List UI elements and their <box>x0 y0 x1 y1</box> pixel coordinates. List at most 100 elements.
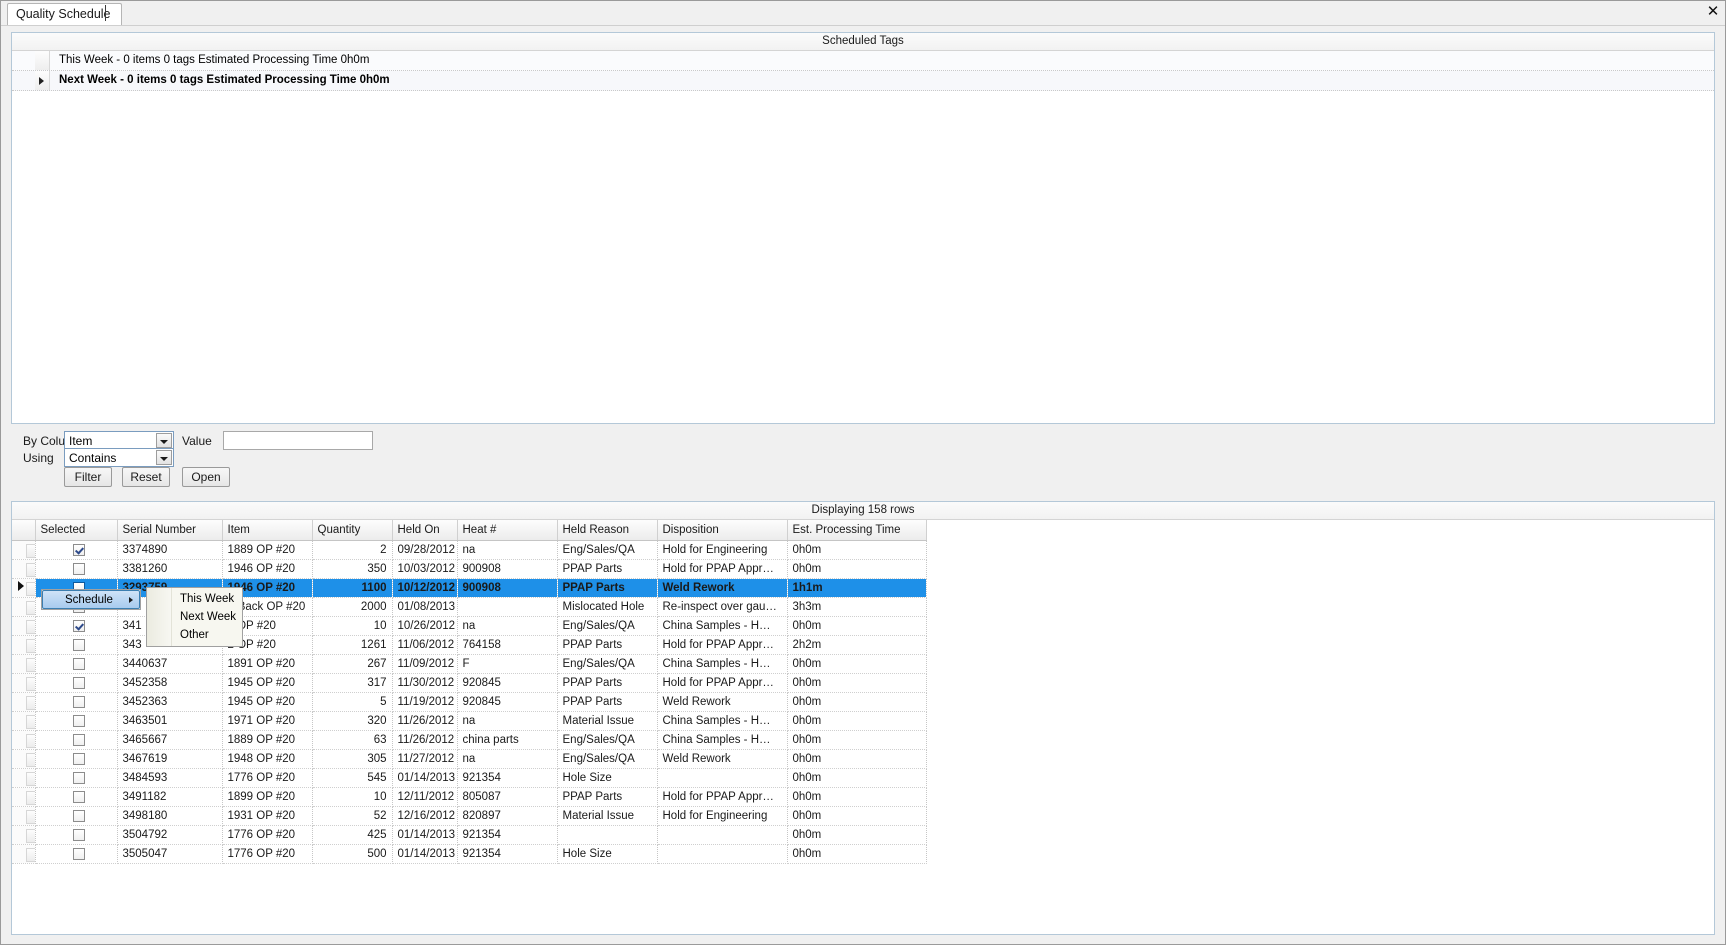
submenu-item-next-week[interactable]: Next Week <box>147 608 242 626</box>
selected-checkbox[interactable] <box>72 733 85 746</box>
cell-heat: 920845 <box>457 692 558 712</box>
table-row[interactable]: 3452363 1945 OP #20 5 11/19/2012 920845 PPAP … <box>12 692 927 712</box>
row-header-cell[interactable] <box>12 730 36 750</box>
row-header-cell[interactable] <box>12 768 36 788</box>
close-icon[interactable]: ✕ <box>1704 3 1722 21</box>
column-header-serial-number[interactable]: Serial Number <box>117 520 223 541</box>
cell-selected[interactable] <box>35 730 118 750</box>
selected-checkbox[interactable] <box>72 657 85 670</box>
column-header-est-processing-time[interactable]: Est. Processing Time <box>787 520 927 541</box>
expander-cell[interactable] <box>35 51 50 70</box>
row-header-cell[interactable] <box>12 825 36 845</box>
selected-checkbox[interactable] <box>72 809 85 822</box>
selected-checkbox[interactable] <box>72 638 85 651</box>
row-header-cell[interactable] <box>12 787 36 807</box>
open-button[interactable]: Open <box>182 467 230 487</box>
table-row[interactable]: 3465667 1889 OP #20 63 11/26/2012 china part… <box>12 730 927 750</box>
submenu-item-this-week[interactable]: This Week <box>147 590 242 608</box>
selected-checkbox[interactable] <box>72 752 85 765</box>
row-header-cell[interactable] <box>12 578 36 598</box>
row-header-cell[interactable] <box>12 559 36 579</box>
submenu-item-label: This Week <box>180 593 235 605</box>
cell-selected[interactable] <box>35 635 118 655</box>
cell-item: 1971 OP #20 <box>222 711 313 731</box>
cell-selected[interactable] <box>35 540 118 560</box>
column-header-heat[interactable]: Heat # <box>457 520 558 541</box>
chevron-down-icon[interactable] <box>156 433 172 448</box>
row-header-cell[interactable] <box>12 540 36 560</box>
selected-checkbox[interactable] <box>72 676 85 689</box>
cell-quantity: 52 <box>312 806 393 826</box>
selected-checkbox[interactable] <box>72 790 85 803</box>
table-row[interactable]: 3498180 1931 OP #20 52 12/16/2012 820897 Mate… <box>12 806 927 826</box>
context-menu-item-schedule[interactable]: Schedule <box>42 590 140 609</box>
column-header-held-reason[interactable]: Held Reason <box>557 520 658 541</box>
cell-heat: 900908 <box>457 578 558 598</box>
selected-checkbox[interactable] <box>72 619 85 632</box>
scheduled-group-row[interactable]: Next Week - 0 items 0 tags Estimated Pro… <box>12 71 1714 91</box>
selected-checkbox[interactable] <box>72 771 85 784</box>
row-header-cell[interactable] <box>12 806 36 826</box>
cell-selected[interactable] <box>35 654 118 674</box>
table-row[interactable]: 3491182 1899 OP #20 10 12/11/2012 805087 PPAP… <box>12 787 927 807</box>
column-header-selected[interactable]: Selected <box>35 520 118 541</box>
cell-selected[interactable] <box>35 768 118 788</box>
chevron-down-icon[interactable] <box>156 450 172 465</box>
column-header-quantity[interactable]: Quantity <box>312 520 393 541</box>
cell-selected[interactable] <box>35 844 118 864</box>
selected-checkbox[interactable] <box>72 562 85 575</box>
scheduled-group-row[interactable]: This Week - 0 items 0 tags Estimated Pro… <box>12 51 1714 71</box>
selected-checkbox[interactable] <box>72 847 85 860</box>
row-header-cell[interactable] <box>12 844 36 864</box>
table-row[interactable]: 3440637 1891 OP #20 267 11/09/2012 F Eng/Sale… <box>12 654 927 674</box>
cell-selected[interactable] <box>35 711 118 731</box>
selected-checkbox[interactable] <box>72 828 85 841</box>
cell-quantity: 63 <box>312 730 393 750</box>
column-header-held-on[interactable]: Held On <box>392 520 458 541</box>
cell-selected[interactable] <box>35 673 118 693</box>
table-row[interactable]: 3374890 1889 OP #20 2 09/28/2012 na Eng/Sales… <box>12 540 927 560</box>
cell-selected[interactable] <box>35 825 118 845</box>
cell-quantity: 545 <box>312 768 393 788</box>
table-row[interactable]: 3505047 1776 OP #20 500 01/14/2013 921354 Hol… <box>12 844 927 864</box>
cell-held-reason <box>557 825 658 845</box>
cell-heat: 921354 <box>457 844 558 864</box>
cell-disposition: Hold for Engineering <box>657 540 788 560</box>
table-row[interactable]: 3504792 1776 OP #20 425 01/14/2013 921354 0h0… <box>12 825 927 845</box>
table-row[interactable]: 3484593 1776 OP #20 545 01/14/2013 921354 Hol… <box>12 768 927 788</box>
chevron-right-icon[interactable] <box>39 77 44 85</box>
row-header-cell[interactable] <box>12 711 36 731</box>
operator-select[interactable]: Contains <box>64 448 174 467</box>
selected-checkbox[interactable] <box>72 543 85 556</box>
context-menu[interactable]: Schedule <box>41 589 141 610</box>
table-row[interactable]: 3463501 1971 OP #20 320 11/26/2012 na Materia… <box>12 711 927 731</box>
cell-selected[interactable] <box>35 559 118 579</box>
cell-selected[interactable] <box>35 749 118 769</box>
tab-label: Quality Schedule <box>16 7 111 21</box>
value-input[interactable] <box>223 431 373 450</box>
row-header-cell[interactable] <box>12 692 36 712</box>
reset-button[interactable]: Reset <box>122 467 170 487</box>
cell-selected[interactable] <box>35 806 118 826</box>
context-submenu[interactable]: This Week Next Week Other <box>146 587 243 647</box>
cell-selected[interactable] <box>35 616 118 636</box>
row-header-cell[interactable] <box>12 749 36 769</box>
row-header-cell[interactable] <box>12 635 36 655</box>
selected-checkbox[interactable] <box>72 714 85 727</box>
cell-selected[interactable] <box>35 787 118 807</box>
row-header-cell[interactable] <box>12 673 36 693</box>
filter-button[interactable]: Filter <box>64 467 112 487</box>
submenu-item-other[interactable]: Other <box>147 626 242 644</box>
table-row[interactable]: 3452358 1945 OP #20 317 11/30/2012 920845 PPA… <box>12 673 927 693</box>
cell-serial-number: 3440637 <box>117 654 223 674</box>
row-header-cell[interactable] <box>12 597 36 617</box>
tab-strip: Quality Schedule ✕ <box>1 1 1725 26</box>
row-header-cell[interactable] <box>12 616 36 636</box>
column-header-item[interactable]: Item <box>222 520 313 541</box>
table-row[interactable]: 3467619 1948 OP #20 305 11/27/2012 na Eng/Sal… <box>12 749 927 769</box>
row-header-cell[interactable] <box>12 654 36 674</box>
selected-checkbox[interactable] <box>72 695 85 708</box>
column-header-disposition[interactable]: Disposition <box>657 520 788 541</box>
cell-selected[interactable] <box>35 692 118 712</box>
table-row[interactable]: 3381260 1946 OP #20 350 10/03/2012 900908 PPA… <box>12 559 927 579</box>
